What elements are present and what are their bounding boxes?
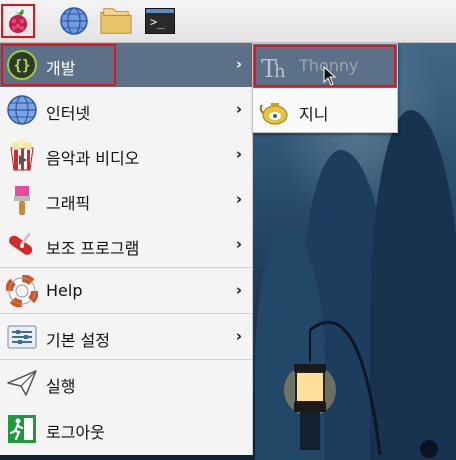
raspberry-pi-menu-button[interactable]	[1, 4, 35, 38]
terminal-icon: >_	[145, 8, 175, 34]
thonny-icon: T h	[261, 55, 286, 82]
menu-item-logout[interactable]: 로그아웃	[0, 407, 252, 451]
life-ring-icon	[6, 275, 38, 307]
menu-item-development[interactable]: {} 개발 ›	[0, 43, 252, 87]
swiss-knife-icon	[9, 232, 33, 255]
chevron-right-icon: ›	[235, 55, 242, 73]
popcorn-icon	[10, 139, 34, 171]
chevron-right-icon: ›	[235, 281, 242, 299]
menu-item-graphics[interactable]: 그래픽 ›	[0, 178, 252, 222]
menu-item-label: 로그아웃	[46, 423, 105, 442]
application-menu: {} 개발 › 인터넷 › 음악과 비디오 › 그래픽 › 보조 프로그램 › …	[0, 43, 253, 455]
menu-separator	[0, 313, 252, 314]
exit-running-man-icon	[8, 415, 36, 443]
submenu-item-label: 지니	[299, 105, 329, 124]
menu-separator	[0, 359, 252, 360]
chevron-right-icon: ›	[235, 100, 242, 118]
menu-item-label: 그래픽	[46, 194, 91, 213]
chevron-right-icon: ›	[235, 235, 242, 253]
programming-braces-icon: {}	[7, 50, 37, 80]
menu-separator	[0, 267, 252, 268]
web-browser-icon	[60, 7, 88, 35]
geany-teapot-icon	[259, 103, 288, 125]
chevron-right-icon: ›	[235, 327, 242, 345]
menu-item-label: 인터넷	[46, 104, 91, 123]
menu-item-label: Help	[46, 281, 83, 300]
figure-silhouette	[420, 440, 438, 458]
paintbrush-icon	[14, 186, 30, 215]
run-paper-plane-icon	[7, 370, 37, 396]
menu-item-internet[interactable]: 인터넷 ›	[0, 88, 252, 132]
menu-item-help[interactable]: Help ›	[0, 269, 252, 313]
chevron-right-icon: ›	[235, 190, 242, 208]
file-manager-launcher[interactable]	[100, 5, 132, 37]
raspberry-pi-menu-icon	[9, 9, 27, 33]
development-submenu: T h Thonny 지니	[252, 43, 398, 133]
menu-item-label: 실행	[46, 377, 76, 396]
terminal-launcher[interactable]: >_	[144, 5, 176, 37]
submenu-item-thonny[interactable]: T h Thonny	[253, 44, 397, 88]
preferences-icon	[7, 325, 37, 349]
file-manager-icon	[100, 8, 132, 34]
menu-item-label: 보조 프로그램	[46, 239, 140, 258]
menu-item-sound-video[interactable]: 음악과 비디오 ›	[0, 133, 252, 177]
web-browser-launcher[interactable]	[58, 5, 90, 37]
svg-text:h: h	[274, 61, 286, 82]
mouse-cursor-icon	[323, 66, 337, 86]
terminal-glyph: >_	[150, 15, 165, 29]
menu-item-label: 음악과 비디오	[46, 149, 140, 168]
chevron-right-icon: ›	[235, 145, 242, 163]
globe-icon	[7, 95, 37, 125]
menu-item-run[interactable]: 실행	[0, 361, 252, 405]
menu-item-accessories[interactable]: 보조 프로그램 ›	[0, 223, 252, 267]
submenu-item-geany[interactable]: 지니	[253, 89, 397, 133]
svg-text:{}: {}	[14, 58, 31, 74]
taskbar: >_	[0, 0, 456, 43]
menu-item-label: 개발	[46, 59, 76, 78]
menu-item-preferences[interactable]: 기본 설정 ›	[0, 315, 252, 359]
menu-item-label: 기본 설정	[46, 331, 110, 350]
lantern-graphic	[284, 320, 382, 455]
